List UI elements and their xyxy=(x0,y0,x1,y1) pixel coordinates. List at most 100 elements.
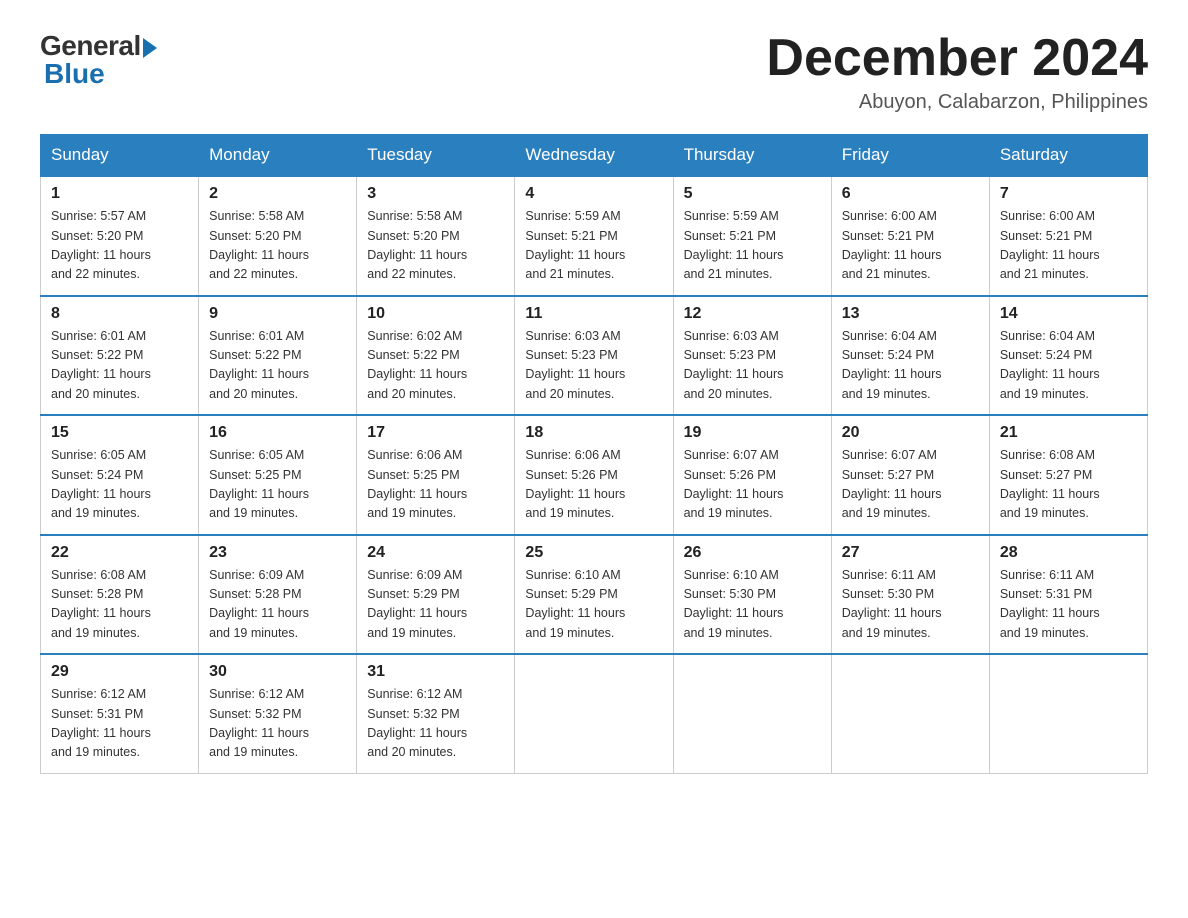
day-number: 11 xyxy=(525,305,662,323)
month-title: December 2024 xyxy=(766,30,1148,87)
calendar-table: SundayMondayTuesdayWednesdayThursdayFrid… xyxy=(40,134,1148,774)
week-row-2: 8 Sunrise: 6:01 AM Sunset: 5:22 PM Daylig… xyxy=(41,296,1148,416)
day-number: 20 xyxy=(842,424,979,442)
day-cell: 29 Sunrise: 6:12 AM Sunset: 5:31 PM Dayli… xyxy=(41,654,199,773)
day-number: 8 xyxy=(51,305,188,323)
day-number: 3 xyxy=(367,185,504,203)
header-cell-saturday: Saturday xyxy=(989,135,1147,177)
day-cell: 12 Sunrise: 6:03 AM Sunset: 5:23 PM Dayli… xyxy=(673,296,831,416)
day-number: 24 xyxy=(367,544,504,562)
location: Abuyon, Calabarzon, Philippines xyxy=(766,91,1148,114)
header-cell-sunday: Sunday xyxy=(41,135,199,177)
day-info: Sunrise: 6:05 AM Sunset: 5:25 PM Dayligh… xyxy=(209,446,346,524)
day-info: Sunrise: 6:02 AM Sunset: 5:22 PM Dayligh… xyxy=(367,327,504,405)
day-info: Sunrise: 6:10 AM Sunset: 5:30 PM Dayligh… xyxy=(684,566,821,644)
day-info: Sunrise: 6:12 AM Sunset: 5:32 PM Dayligh… xyxy=(209,685,346,763)
day-cell: 14 Sunrise: 6:04 AM Sunset: 5:24 PM Dayli… xyxy=(989,296,1147,416)
calendar-body: 1Sunrise: 5:57 AM Sunset: 5:20 PM Daylig… xyxy=(41,176,1148,773)
day-info: Sunrise: 6:09 AM Sunset: 5:29 PM Dayligh… xyxy=(367,566,504,644)
day-info: Sunrise: 6:09 AM Sunset: 5:28 PM Dayligh… xyxy=(209,566,346,644)
logo: General Blue xyxy=(40,30,157,90)
day-number: 7 xyxy=(1000,185,1137,203)
day-number: 2 xyxy=(209,185,346,203)
day-cell: 5 Sunrise: 5:59 AM Sunset: 5:21 PM Daylig… xyxy=(673,176,831,296)
week-row-4: 22 Sunrise: 6:08 AM Sunset: 5:28 PM Dayli… xyxy=(41,535,1148,655)
day-info: Sunrise: 6:10 AM Sunset: 5:29 PM Dayligh… xyxy=(525,566,662,644)
week-row-3: 15Sunrise: 6:05 AM Sunset: 5:24 PM Dayli… xyxy=(41,415,1148,535)
day-info: Sunrise: 6:11 AM Sunset: 5:31 PM Dayligh… xyxy=(1000,566,1137,644)
day-number: 13 xyxy=(842,305,979,323)
day-cell xyxy=(831,654,989,773)
day-info: Sunrise: 6:04 AM Sunset: 5:24 PM Dayligh… xyxy=(1000,327,1137,405)
day-cell: 2Sunrise: 5:58 AM Sunset: 5:20 PM Daylig… xyxy=(199,176,357,296)
day-number: 31 xyxy=(367,663,504,681)
day-cell: 31 Sunrise: 6:12 AM Sunset: 5:32 PM Dayli… xyxy=(357,654,515,773)
day-number: 5 xyxy=(684,185,821,203)
day-number: 18 xyxy=(525,424,662,442)
day-number: 9 xyxy=(209,305,346,323)
day-number: 26 xyxy=(684,544,821,562)
day-cell: 19Sunrise: 6:07 AM Sunset: 5:26 PM Dayli… xyxy=(673,415,831,535)
day-info: Sunrise: 6:03 AM Sunset: 5:23 PM Dayligh… xyxy=(525,327,662,405)
header-cell-monday: Monday xyxy=(199,135,357,177)
logo-blue-text: Blue xyxy=(40,58,105,90)
day-cell: 20 Sunrise: 6:07 AM Sunset: 5:27 PM Dayli… xyxy=(831,415,989,535)
day-info: Sunrise: 5:59 AM Sunset: 5:21 PM Dayligh… xyxy=(525,207,662,285)
day-number: 25 xyxy=(525,544,662,562)
day-info: Sunrise: 6:00 AM Sunset: 5:21 PM Dayligh… xyxy=(1000,207,1137,285)
day-number: 12 xyxy=(684,305,821,323)
day-info: Sunrise: 6:08 AM Sunset: 5:28 PM Dayligh… xyxy=(51,566,188,644)
day-info: Sunrise: 6:01 AM Sunset: 5:22 PM Dayligh… xyxy=(209,327,346,405)
day-cell xyxy=(989,654,1147,773)
day-cell xyxy=(673,654,831,773)
week-row-5: 29 Sunrise: 6:12 AM Sunset: 5:31 PM Dayli… xyxy=(41,654,1148,773)
calendar-header: SundayMondayTuesdayWednesdayThursdayFrid… xyxy=(41,135,1148,177)
day-info: Sunrise: 6:04 AM Sunset: 5:24 PM Dayligh… xyxy=(842,327,979,405)
day-cell: 3Sunrise: 5:58 AM Sunset: 5:20 PM Daylig… xyxy=(357,176,515,296)
day-cell: 30 Sunrise: 6:12 AM Sunset: 5:32 PM Dayli… xyxy=(199,654,357,773)
day-cell: 22 Sunrise: 6:08 AM Sunset: 5:28 PM Dayli… xyxy=(41,535,199,655)
day-info: Sunrise: 6:07 AM Sunset: 5:27 PM Dayligh… xyxy=(842,446,979,524)
day-cell: 9 Sunrise: 6:01 AM Sunset: 5:22 PM Daylig… xyxy=(199,296,357,416)
day-number: 10 xyxy=(367,305,504,323)
day-cell: 28 Sunrise: 6:11 AM Sunset: 5:31 PM Dayli… xyxy=(989,535,1147,655)
header-cell-friday: Friday xyxy=(831,135,989,177)
day-number: 28 xyxy=(1000,544,1137,562)
day-info: Sunrise: 6:12 AM Sunset: 5:32 PM Dayligh… xyxy=(367,685,504,763)
header-cell-tuesday: Tuesday xyxy=(357,135,515,177)
day-info: Sunrise: 5:59 AM Sunset: 5:21 PM Dayligh… xyxy=(684,207,821,285)
day-number: 21 xyxy=(1000,424,1137,442)
day-number: 14 xyxy=(1000,305,1137,323)
logo-triangle-icon xyxy=(143,38,157,58)
day-info: Sunrise: 6:07 AM Sunset: 5:26 PM Dayligh… xyxy=(684,446,821,524)
week-row-1: 1Sunrise: 5:57 AM Sunset: 5:20 PM Daylig… xyxy=(41,176,1148,296)
day-info: Sunrise: 6:00 AM Sunset: 5:21 PM Dayligh… xyxy=(842,207,979,285)
day-number: 23 xyxy=(209,544,346,562)
day-cell: 23 Sunrise: 6:09 AM Sunset: 5:28 PM Dayli… xyxy=(199,535,357,655)
day-info: Sunrise: 6:12 AM Sunset: 5:31 PM Dayligh… xyxy=(51,685,188,763)
day-info: Sunrise: 6:03 AM Sunset: 5:23 PM Dayligh… xyxy=(684,327,821,405)
day-cell: 4Sunrise: 5:59 AM Sunset: 5:21 PM Daylig… xyxy=(515,176,673,296)
day-number: 27 xyxy=(842,544,979,562)
day-number: 16 xyxy=(209,424,346,442)
day-info: Sunrise: 5:57 AM Sunset: 5:20 PM Dayligh… xyxy=(51,207,188,285)
header-row: SundayMondayTuesdayWednesdayThursdayFrid… xyxy=(41,135,1148,177)
day-cell: 11 Sunrise: 6:03 AM Sunset: 5:23 PM Dayli… xyxy=(515,296,673,416)
header-cell-thursday: Thursday xyxy=(673,135,831,177)
day-cell: 13 Sunrise: 6:04 AM Sunset: 5:24 PM Dayli… xyxy=(831,296,989,416)
day-cell: 17Sunrise: 6:06 AM Sunset: 5:25 PM Dayli… xyxy=(357,415,515,535)
day-cell: 1Sunrise: 5:57 AM Sunset: 5:20 PM Daylig… xyxy=(41,176,199,296)
day-info: Sunrise: 6:06 AM Sunset: 5:26 PM Dayligh… xyxy=(525,446,662,524)
day-cell: 6Sunrise: 6:00 AM Sunset: 5:21 PM Daylig… xyxy=(831,176,989,296)
title-block: December 2024 Abuyon, Calabarzon, Philip… xyxy=(766,30,1148,114)
day-cell: 16 Sunrise: 6:05 AM Sunset: 5:25 PM Dayli… xyxy=(199,415,357,535)
day-number: 29 xyxy=(51,663,188,681)
day-number: 15 xyxy=(51,424,188,442)
day-cell: 10 Sunrise: 6:02 AM Sunset: 5:22 PM Dayli… xyxy=(357,296,515,416)
day-number: 22 xyxy=(51,544,188,562)
day-cell: 25 Sunrise: 6:10 AM Sunset: 5:29 PM Dayli… xyxy=(515,535,673,655)
day-cell: 8Sunrise: 6:01 AM Sunset: 5:22 PM Daylig… xyxy=(41,296,199,416)
day-cell: 18 Sunrise: 6:06 AM Sunset: 5:26 PM Dayli… xyxy=(515,415,673,535)
day-cell: 21Sunrise: 6:08 AM Sunset: 5:27 PM Dayli… xyxy=(989,415,1147,535)
day-number: 30 xyxy=(209,663,346,681)
